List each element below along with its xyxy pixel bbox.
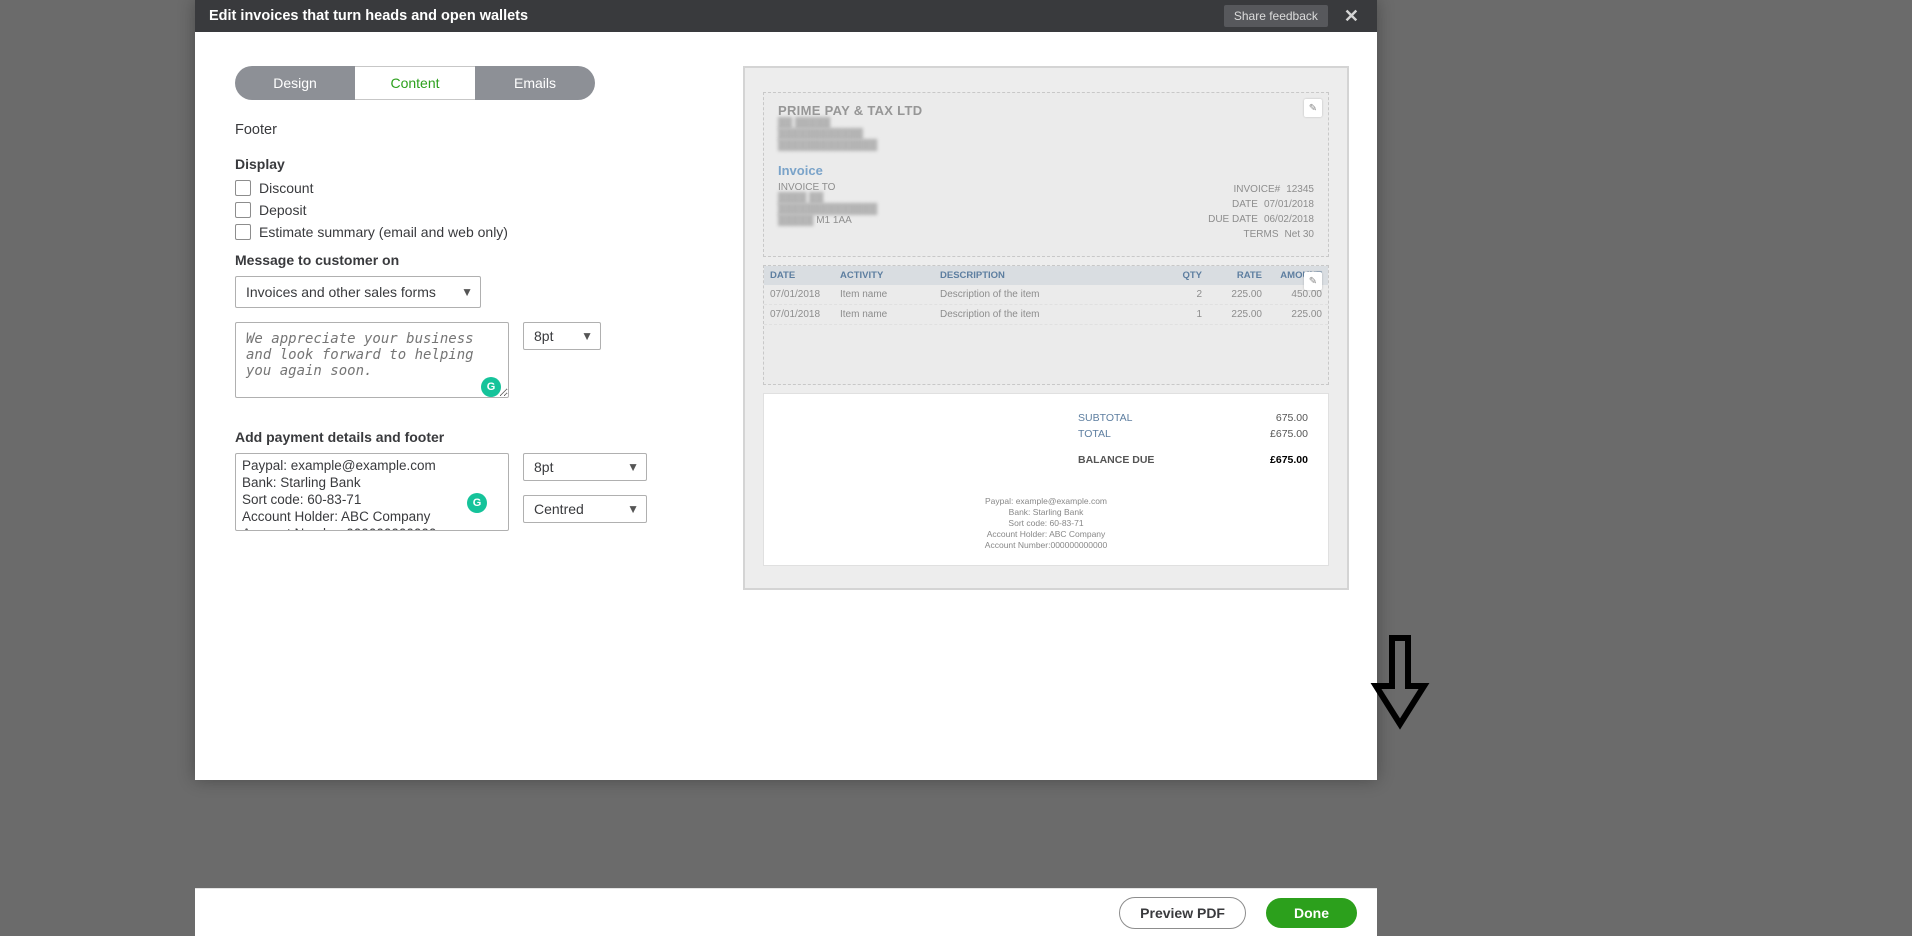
footer-section-title: Footer bbox=[235, 122, 705, 138]
footer-alignment-select[interactable]: Centred ▼ bbox=[523, 495, 647, 523]
bottom-action-bar: Preview PDF Done bbox=[195, 888, 1377, 936]
footer-font-size-select[interactable]: 8pt ▼ bbox=[523, 453, 647, 481]
display-label: Display bbox=[235, 156, 705, 172]
invoice-to-label: INVOICE TO bbox=[778, 182, 877, 193]
redacted-line: ██ █████ bbox=[778, 118, 1314, 129]
table-header: DATE ACTIVITY DESCRIPTION QTY RATE AMOUN… bbox=[764, 266, 1328, 285]
company-name: PRIME PAY & TAX LTD bbox=[778, 103, 1314, 118]
checkbox-discount-label: Discount bbox=[259, 180, 313, 196]
share-feedback-button[interactable]: Share feedback bbox=[1224, 5, 1328, 27]
done-button[interactable]: Done bbox=[1266, 898, 1357, 928]
redacted-line: ██████████████ bbox=[778, 140, 1314, 151]
checkbox-estimate-label: Estimate summary (email and web only) bbox=[259, 224, 508, 240]
payment-details-label: Add payment details and footer bbox=[235, 429, 705, 445]
message-to-label: Message to customer on bbox=[235, 252, 705, 268]
settings-panel: Design Content Emails Footer Display Dis… bbox=[235, 66, 705, 590]
payment-details-textarea[interactable]: Paypal: example@example.com Bank: Starli… bbox=[235, 453, 509, 531]
message-font-size-select[interactable]: 8pt ▼ bbox=[523, 322, 601, 350]
redacted-line: ██████████████ bbox=[778, 204, 877, 215]
preview-lineitems-card: ✎ DATE ACTIVITY DESCRIPTION QTY RATE AMO… bbox=[763, 265, 1329, 385]
edit-lineitems-icon[interactable]: ✎ bbox=[1304, 272, 1322, 290]
checkbox-estimate[interactable] bbox=[235, 224, 251, 240]
checkbox-deposit-label: Deposit bbox=[259, 202, 306, 218]
table-row: 07/01/2018Item nameDescription of the it… bbox=[764, 285, 1328, 305]
preview-header-card: ✎ PRIME PAY & TAX LTD ██ █████ █████████… bbox=[763, 92, 1329, 257]
redacted-line: ████████████ bbox=[778, 129, 1314, 140]
customer-message-textarea[interactable] bbox=[235, 322, 509, 398]
grammarly-icon: G bbox=[467, 493, 487, 513]
invoice-meta: INVOICE#12345 DATE07/01/2018 DUE DATE06/… bbox=[1198, 182, 1314, 242]
invoice-preview: ✎ PRIME PAY & TAX LTD ██ █████ █████████… bbox=[743, 66, 1349, 590]
table-row: 07/01/2018Item nameDescription of the it… bbox=[764, 305, 1328, 325]
grammarly-icon: G bbox=[481, 377, 501, 397]
tab-group: Design Content Emails bbox=[235, 66, 595, 100]
edit-invoice-modal: Edit invoices that turn heads and open w… bbox=[195, 0, 1377, 780]
edit-header-icon[interactable]: ✎ bbox=[1304, 99, 1322, 117]
checkbox-discount[interactable] bbox=[235, 180, 251, 196]
annotation-arrow-icon bbox=[1370, 634, 1430, 730]
message-target-select[interactable]: Invoices and other sales forms ▼ bbox=[235, 276, 481, 308]
modal-titlebar: Edit invoices that turn heads and open w… bbox=[195, 0, 1377, 32]
preview-footer-text: Paypal: example@example.com Bank: Starli… bbox=[778, 496, 1314, 551]
checkbox-deposit[interactable] bbox=[235, 202, 251, 218]
preview-totals-card: SUBTOTAL675.00 TOTAL£675.00 BALANCE DUE£… bbox=[763, 393, 1329, 566]
invoice-title: Invoice bbox=[778, 163, 1314, 178]
close-icon[interactable]: ✕ bbox=[1340, 6, 1363, 27]
modal-title: Edit invoices that turn heads and open w… bbox=[209, 8, 528, 24]
preview-pdf-button[interactable]: Preview PDF bbox=[1119, 897, 1246, 929]
modal-spacer bbox=[195, 720, 1377, 780]
tab-design[interactable]: Design bbox=[235, 66, 355, 100]
tab-emails[interactable]: Emails bbox=[475, 66, 595, 100]
tab-content[interactable]: Content bbox=[355, 66, 475, 100]
redacted-line: ████ ██ bbox=[778, 193, 877, 204]
